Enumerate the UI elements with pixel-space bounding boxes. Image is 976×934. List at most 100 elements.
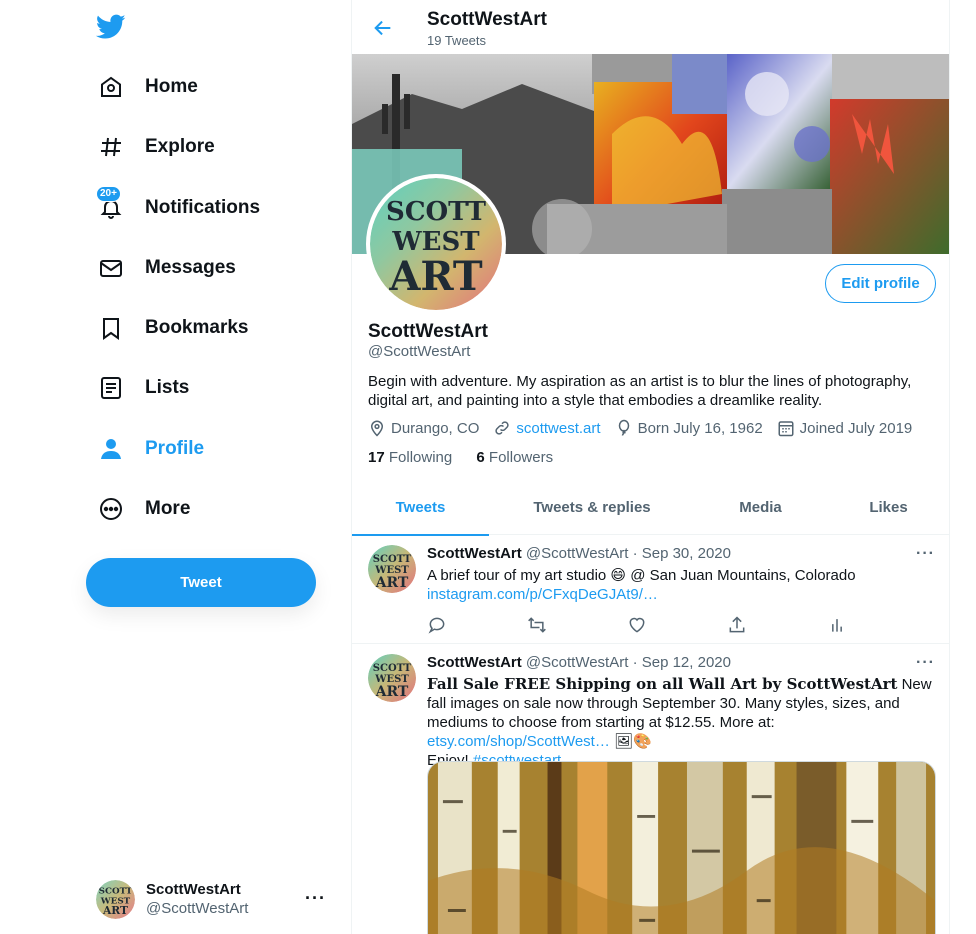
tweet-header: ScottWestArt @ScottWestArt · Sep 12, 202… bbox=[427, 654, 731, 671]
reply-icon[interactable] bbox=[427, 615, 447, 635]
account-handle: @ScottWestArt bbox=[146, 900, 249, 917]
svg-text:SCOTT: SCOTT bbox=[373, 554, 412, 565]
list-icon bbox=[98, 375, 124, 401]
account-name: ScottWestArt bbox=[146, 881, 241, 898]
svg-text:SCOTT: SCOTT bbox=[373, 663, 412, 674]
nav-item-more[interactable]: More bbox=[86, 485, 202, 533]
following-label: Following bbox=[388, 449, 453, 466]
tweet-author-name[interactable]: ScottWestArt bbox=[427, 654, 522, 671]
nav-label-notifications: Notifications bbox=[145, 197, 261, 218]
tweet-item[interactable]: SCOTT WEST ART ScottWestArt @ScottWestAr… bbox=[352, 535, 949, 644]
account-more-icon[interactable]: ··· bbox=[305, 888, 326, 909]
person-icon bbox=[98, 436, 124, 462]
tweet-date[interactable]: · Sep 30, 2020 bbox=[633, 545, 731, 562]
tweet-header: ScottWestArt @ScottWestArt · Sep 30, 202… bbox=[427, 545, 731, 562]
hashtag-icon bbox=[98, 134, 124, 160]
svg-text:SCOTT: SCOTT bbox=[99, 886, 133, 896]
profile-website[interactable]: scottwest.art bbox=[493, 419, 601, 437]
followers-link[interactable]: 6 Followers bbox=[476, 449, 553, 466]
profile-tabs: Tweets Tweets & replies Media Likes bbox=[352, 480, 949, 536]
profile-bio: Begin with adventure. My aspiration as a… bbox=[368, 373, 912, 409]
profile-meta: Durango, CO scottwest.art Born July 16, … bbox=[368, 419, 926, 437]
link-icon bbox=[495, 421, 510, 435]
nav-item-profile[interactable]: Profile bbox=[86, 425, 216, 473]
svg-text:ART: ART bbox=[375, 684, 409, 700]
account-avatar: SCOTT WEST ART bbox=[96, 879, 135, 919]
nav-item-messages[interactable]: Messages bbox=[86, 244, 248, 292]
notification-badge: 20+ bbox=[96, 186, 121, 202]
nav-item-notifications[interactable]: 20+ Notifications bbox=[86, 184, 272, 232]
account-switcher[interactable]: SCOTT WEST ART ScottWestArt @ScottWestAr… bbox=[86, 870, 342, 928]
share-icon[interactable] bbox=[727, 615, 747, 635]
tweet-avatar[interactable]: SCOTT WEST ART bbox=[368, 545, 416, 593]
bell-icon: 20+ bbox=[96, 186, 124, 221]
edit-profile-button[interactable]: Edit profile bbox=[825, 264, 936, 303]
nav-item-home[interactable]: Home bbox=[86, 63, 210, 111]
profile-avatar[interactable]: SCOTT WEST ART bbox=[366, 174, 506, 314]
bookmark-icon bbox=[98, 315, 124, 341]
nav-label-bookmarks: Bookmarks bbox=[145, 317, 249, 338]
location-text: Durango, CO bbox=[391, 419, 480, 437]
avatar-text-line-3: ART bbox=[388, 253, 483, 300]
tweet-text: A brief tour of my art studio 😄 @ San Ju… bbox=[427, 567, 856, 584]
retweet-icon[interactable] bbox=[527, 615, 547, 635]
nav-label-messages: Messages bbox=[145, 257, 236, 278]
location-pin-icon bbox=[370, 420, 384, 437]
nav-label-home: Home bbox=[145, 76, 198, 97]
tweet-author-handle[interactable]: @ScottWestArt bbox=[526, 545, 628, 562]
twitter-logo-icon[interactable] bbox=[96, 14, 126, 40]
svg-text:ART: ART bbox=[102, 904, 128, 917]
followers-count: 6 bbox=[476, 449, 485, 466]
tweet-link[interactable]: etsy.com/shop/ScottWest… bbox=[427, 733, 610, 750]
website-link[interactable]: scottwest.art bbox=[516, 420, 600, 437]
tweet-author-name[interactable]: ScottWestArt bbox=[427, 545, 522, 562]
envelope-icon bbox=[98, 255, 124, 281]
tweet-link[interactable]: instagram.com/p/CFxqDeGJAt9/… bbox=[427, 586, 658, 603]
tab-likes[interactable]: Likes bbox=[826, 480, 949, 535]
joined-text: Joined July 2019 bbox=[799, 419, 913, 437]
header-title: ScottWestArt bbox=[427, 9, 547, 30]
nav-item-explore[interactable]: Explore bbox=[86, 123, 227, 171]
back-arrow-icon[interactable] bbox=[372, 17, 394, 39]
tweet-button[interactable]: Tweet bbox=[86, 558, 316, 607]
tweet-body: A brief tour of my art studio 😄 @ San Ju… bbox=[427, 566, 937, 604]
nav-label-more: More bbox=[145, 498, 191, 519]
tweet-media-image[interactable] bbox=[427, 761, 936, 934]
avatar-text-line-1: SCOTT bbox=[386, 197, 487, 227]
tweet-more-icon[interactable]: ··· bbox=[916, 654, 935, 672]
tweet-date[interactable]: · Sep 12, 2020 bbox=[633, 654, 731, 671]
calendar-icon bbox=[778, 421, 794, 437]
birthday-text: Born July 16, 1962 bbox=[637, 419, 763, 437]
nav-label-profile: Profile bbox=[145, 438, 205, 459]
tab-tweets[interactable]: Tweets bbox=[352, 480, 489, 536]
nav-item-bookmarks[interactable]: Bookmarks bbox=[86, 304, 261, 352]
svg-text:ART: ART bbox=[375, 575, 409, 591]
header-tweet-count: 19 Tweets bbox=[427, 33, 487, 48]
follow-stats: 17 Following 6 Followers bbox=[368, 449, 553, 466]
profile-birthday: Born July 16, 1962 bbox=[615, 419, 763, 437]
following-count: 17 bbox=[368, 449, 385, 466]
home-icon bbox=[98, 74, 124, 100]
profile-handle: @ScottWestArt bbox=[368, 343, 471, 360]
tweet-actions bbox=[427, 615, 847, 635]
more-circle-icon bbox=[98, 496, 124, 522]
left-navigation: Home Explore 20+ Notifications Messages … bbox=[0, 0, 352, 934]
tweet-more-icon[interactable]: ··· bbox=[916, 545, 935, 563]
tweet-bold-text: Fall Sale FREE Shipping on all Wall Art … bbox=[427, 675, 898, 693]
like-icon[interactable] bbox=[627, 615, 647, 635]
profile-header-bar: ScottWestArt 19 Tweets bbox=[352, 0, 949, 54]
tweet-author-handle[interactable]: @ScottWestArt bbox=[526, 654, 628, 671]
analytics-icon[interactable] bbox=[827, 615, 847, 635]
tab-tweets-replies[interactable]: Tweets & replies bbox=[489, 480, 695, 535]
scott-west-art-logo: SCOTT WEST ART bbox=[370, 178, 502, 310]
nav-item-lists[interactable]: Lists bbox=[86, 364, 201, 412]
balloon-icon bbox=[618, 419, 629, 436]
nav-label-explore: Explore bbox=[145, 136, 215, 157]
nav-label-lists: Lists bbox=[145, 377, 190, 398]
profile-column: ScottWestArt 19 Tweets SCOTT WEST ART Ed… bbox=[351, 0, 950, 934]
tab-media[interactable]: Media bbox=[695, 480, 826, 535]
tweet-avatar[interactable]: SCOTT WEST ART bbox=[368, 654, 416, 702]
following-link[interactable]: 17 Following bbox=[368, 449, 452, 466]
tweet-body: Fall Sale FREE Shipping on all Wall Art … bbox=[427, 675, 937, 770]
followers-label: Followers bbox=[488, 449, 554, 466]
